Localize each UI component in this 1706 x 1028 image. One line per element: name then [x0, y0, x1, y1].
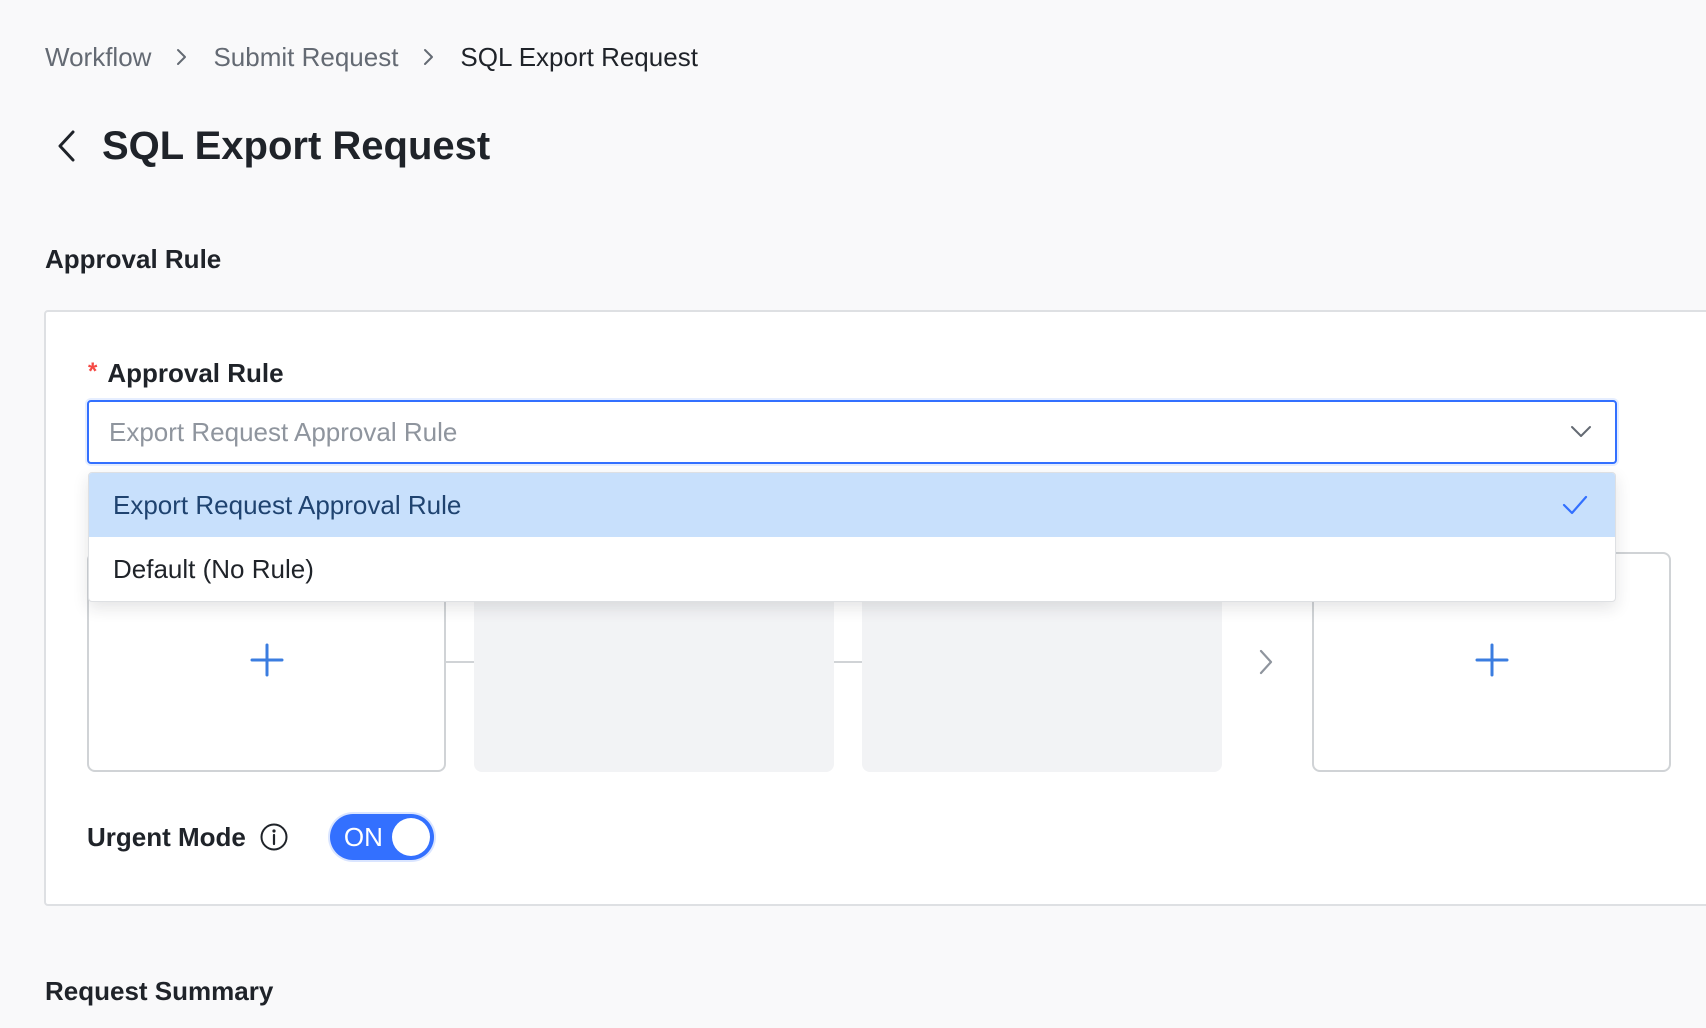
check-icon [1557, 487, 1593, 523]
info-icon[interactable] [258, 821, 290, 853]
plus-icon [249, 642, 285, 683]
breadcrumb-item-submit-request[interactable]: Submit Request [213, 40, 398, 74]
chevron-right-icon [151, 47, 213, 67]
flow-connector [446, 661, 474, 663]
toggle-knob [391, 818, 430, 856]
plus-icon [1474, 642, 1510, 683]
section-title-request-summary: Request Summary [45, 976, 274, 1006]
breadcrumb: Workflow Submit Request SQL Export Reque… [45, 40, 698, 74]
page-title: SQL Export Request [102, 124, 491, 168]
select-placeholder: Export Request Approval Rule [109, 416, 458, 447]
option-label: Export Request Approval Rule [113, 489, 462, 520]
dropdown-option-default-no-rule[interactable]: Default (No Rule) [89, 537, 1615, 601]
required-mark: * [88, 357, 98, 385]
chevron-down-icon[interactable] [1561, 412, 1601, 452]
flow-connector [834, 661, 862, 663]
section-title-approval-rule: Approval Rule [45, 244, 222, 274]
urgent-mode-label: Urgent Mode [87, 821, 246, 852]
title-row: SQL Export Request [45, 120, 490, 172]
breadcrumb-item-current: SQL Export Request [460, 42, 698, 72]
chevron-right-icon [1246, 642, 1286, 682]
toggle-state-text: ON [343, 822, 383, 852]
back-arrow-icon[interactable] [45, 124, 89, 168]
urgent-mode-row: Urgent Mode ON [87, 814, 434, 860]
field-label-text: Approval Rule [107, 358, 284, 388]
urgent-mode-toggle[interactable]: ON [329, 814, 434, 860]
approval-rule-dropdown: Export Request Approval Rule Default (No… [88, 472, 1616, 602]
approval-rule-field-label: * Approval Rule [88, 358, 284, 389]
breadcrumb-item-workflow[interactable]: Workflow [45, 40, 151, 74]
chevron-right-icon [398, 47, 460, 67]
approval-rule-select[interactable]: Export Request Approval Rule [87, 400, 1617, 464]
option-label: Default (No Rule) [113, 553, 314, 584]
approval-rule-card: * Approval Rule Export Request Approval … [44, 310, 1706, 906]
dropdown-option-export-request-approval-rule[interactable]: Export Request Approval Rule [89, 473, 1615, 537]
